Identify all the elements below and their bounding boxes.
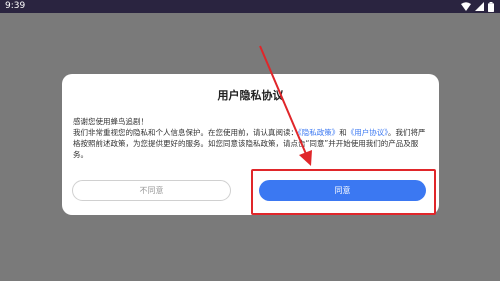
- annotation-arrow-icon: [259, 45, 312, 166]
